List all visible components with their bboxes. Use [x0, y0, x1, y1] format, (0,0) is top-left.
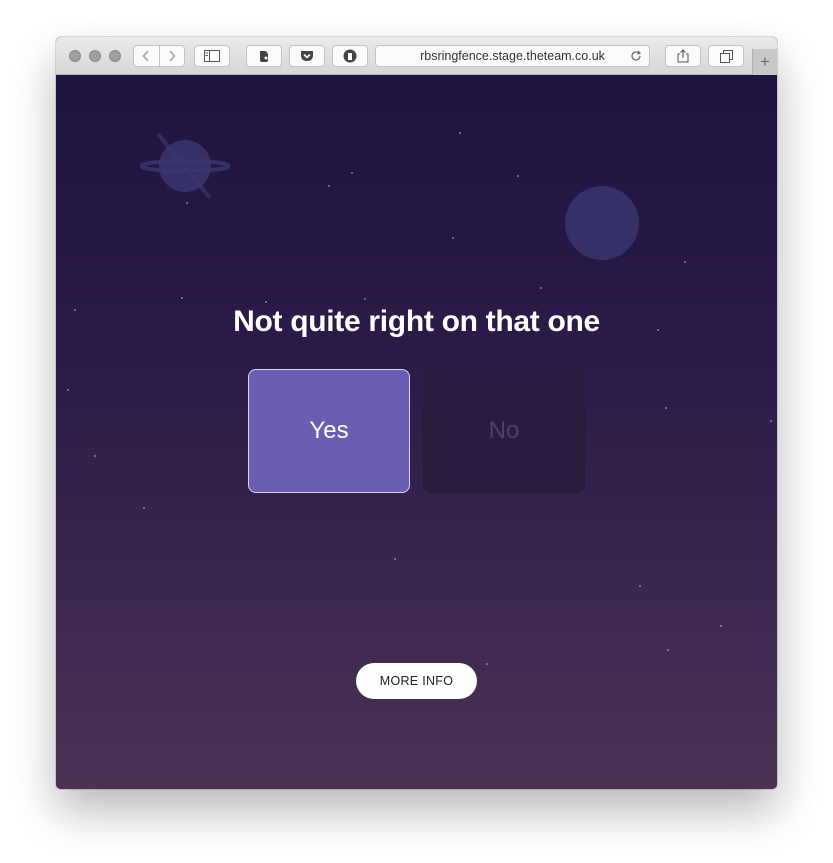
pocket-icon: [301, 51, 313, 61]
star: [720, 625, 722, 627]
star: [394, 558, 396, 560]
star: [328, 185, 330, 187]
browser-window: rbsringfence.stage.theteam.co.uk + Not q…: [56, 37, 777, 789]
url-text: rbsringfence.stage.theteam.co.uk: [420, 49, 605, 63]
pocket-button[interactable]: [289, 45, 325, 67]
star: [181, 297, 183, 299]
sidebar-button[interactable]: [194, 45, 230, 67]
star: [517, 175, 519, 177]
star: [67, 389, 69, 391]
new-tab-label: +: [760, 52, 770, 71]
no-label: No: [488, 417, 520, 444]
sidebar-icon: [204, 50, 220, 62]
back-icon: [142, 50, 149, 62]
star: [770, 420, 772, 422]
star: [186, 202, 188, 204]
yes-button[interactable]: Yes: [248, 369, 410, 493]
star: [540, 287, 542, 289]
star: [351, 172, 353, 174]
page-heading: Not quite right on that one: [233, 305, 600, 338]
star: [684, 261, 686, 263]
star: [667, 649, 669, 651]
evernote-icon: [260, 51, 268, 62]
close-window-button[interactable]: [69, 50, 81, 62]
star: [364, 298, 366, 300]
yes-label: Yes: [309, 417, 349, 444]
back-button[interactable]: [134, 46, 159, 66]
tabs-overview-button[interactable]: [708, 45, 744, 67]
tabs-icon: [719, 49, 733, 63]
reload-icon[interactable]: [629, 49, 643, 63]
star: [459, 132, 461, 134]
star: [639, 585, 641, 587]
star: [665, 407, 667, 409]
more-info-label: MORE INFO: [379, 674, 454, 688]
share-button[interactable]: [665, 45, 701, 67]
privacy-icon: [343, 49, 357, 63]
no-button[interactable]: No: [423, 369, 585, 493]
star: [486, 663, 488, 665]
star: [265, 301, 267, 303]
planet-icon: [140, 132, 230, 200]
privacy-button[interactable]: [332, 45, 368, 67]
star: [94, 455, 96, 457]
evernote-button[interactable]: [246, 45, 282, 67]
star: [143, 507, 145, 509]
zoom-window-button[interactable]: [109, 50, 121, 62]
moon-icon: [565, 186, 639, 260]
minimize-window-button[interactable]: [89, 50, 101, 62]
page-content: Not quite right on that one Yes No MORE …: [56, 75, 777, 789]
share-icon: [677, 49, 689, 63]
forward-button[interactable]: [158, 46, 185, 66]
navigation-buttons: [133, 45, 185, 67]
address-bar[interactable]: rbsringfence.stage.theteam.co.uk: [375, 45, 650, 67]
browser-toolbar: rbsringfence.stage.theteam.co.uk +: [56, 37, 777, 75]
new-tab-button[interactable]: +: [752, 49, 777, 75]
star: [452, 237, 454, 239]
forward-icon: [169, 50, 176, 62]
more-info-button[interactable]: MORE INFO: [356, 663, 477, 699]
